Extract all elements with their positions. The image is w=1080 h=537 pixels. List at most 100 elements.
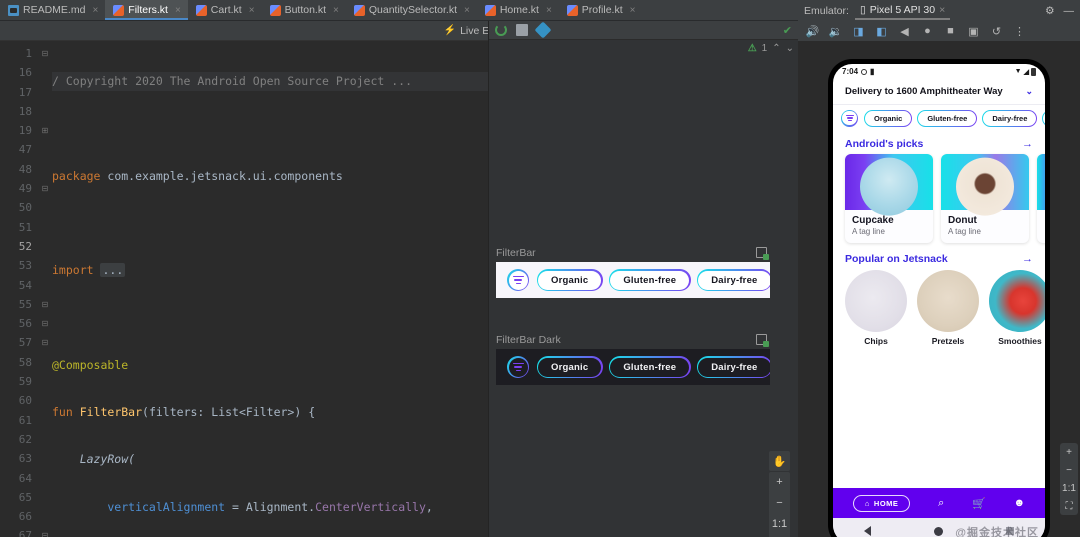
status-right: ▼ ◢: [1015, 67, 1036, 76]
fold-toggle-icon[interactable]: ⊞: [38, 121, 52, 140]
fold-toggle-icon[interactable]: ⊟: [38, 295, 52, 314]
tab-profile[interactable]: Profile.kt ×: [559, 0, 643, 20]
search-icon[interactable]: ⌕: [938, 497, 944, 510]
chip-label: Dairy-free: [711, 274, 758, 286]
card-image: [941, 154, 1029, 216]
zoom-out-button[interactable]: −: [1060, 461, 1078, 479]
tab-cart[interactable]: Cart.kt ×: [188, 0, 262, 20]
kotlin-file-icon: [113, 4, 125, 16]
volume-up-icon[interactable]: 🔊: [806, 25, 820, 38]
filter-list-icon[interactable]: [841, 109, 858, 127]
code-folding-gutter[interactable]: ⊟ ⊞ ⊟ ⊟ ⊟ ⊟ ⊟ ⊟: [38, 41, 52, 537]
overview-icon[interactable]: ■: [944, 25, 957, 38]
zoom-out-button[interactable]: −: [769, 493, 790, 513]
tab-home[interactable]: Home.kt ×: [477, 0, 559, 20]
tab-quantityselector[interactable]: QuantitySelector.kt ×: [346, 0, 477, 20]
watermark: @掘金技术社区: [955, 527, 1039, 537]
actual-size-button[interactable]: 1:1: [1060, 479, 1078, 497]
phone-filter-bar[interactable]: Organic Gluten-free Dairy-free: [833, 105, 1045, 131]
snack-card-partial[interactable]: [1037, 154, 1045, 243]
emulator-device-tab[interactable]: ▯ Pixel 5 API 30 ×: [854, 2, 951, 20]
cart-icon[interactable]: 🛒: [972, 497, 986, 510]
fit-screen-button[interactable]: ⛶: [1060, 497, 1078, 515]
close-icon[interactable]: ×: [546, 5, 552, 16]
close-icon[interactable]: ×: [630, 5, 636, 16]
back-icon[interactable]: ◀: [898, 25, 911, 38]
close-icon[interactable]: ×: [175, 5, 181, 16]
fold-toggle-icon[interactable]: ⊟: [38, 333, 52, 352]
tab-button[interactable]: Button.kt ×: [262, 0, 346, 20]
preview-canvas[interactable]: FilterBar Organic Gluten-free Dairy-free…: [489, 40, 798, 537]
fold-toggle-icon[interactable]: ⊟: [38, 526, 52, 537]
restore-icon[interactable]: ↺: [990, 25, 1003, 38]
close-icon[interactable]: ×: [249, 5, 255, 16]
line-number: 55: [18, 297, 32, 311]
popular-item-pretzels[interactable]: Pretzels: [917, 270, 979, 346]
home-icon[interactable]: ●: [921, 25, 934, 38]
layers-icon[interactable]: [534, 21, 552, 39]
minimize-icon[interactable]: —: [1064, 5, 1075, 17]
filter-chip-gluten-free[interactable]: Gluten-free: [917, 109, 978, 127]
device-label: Pixel 5 API 30: [869, 3, 936, 16]
rotate-right-icon[interactable]: ◧: [875, 25, 888, 38]
rotate-left-icon[interactable]: ◨: [852, 25, 865, 38]
arrow-right-icon[interactable]: →: [1022, 253, 1033, 265]
copy-preview-icon[interactable]: [756, 247, 769, 260]
close-icon[interactable]: ×: [464, 5, 470, 16]
tab-filters[interactable]: Filters.kt ×: [105, 0, 188, 20]
refresh-icon[interactable]: [495, 24, 507, 36]
kotlin-file-icon: [353, 4, 365, 16]
gear-icon[interactable]: ⚙: [1045, 5, 1054, 17]
filter-chip-partial[interactable]: [1042, 109, 1045, 127]
zoom-in-button[interactable]: +: [1060, 443, 1078, 461]
preview-label-filterbar: FilterBar: [496, 247, 536, 259]
zoom-in-button[interactable]: +: [769, 472, 790, 492]
copy-preview-icon[interactable]: [756, 334, 769, 347]
inspection-widget[interactable]: ⚠ 1 ⌃ ⌄: [748, 43, 794, 54]
more-icon[interactable]: ⋮: [1013, 25, 1026, 38]
nav-item-home[interactable]: ⌂ HOME: [852, 494, 911, 512]
line-number: 54: [18, 278, 32, 292]
next-problem-icon[interactable]: ⌄: [786, 43, 794, 54]
preview-filterbar-light[interactable]: Organic Gluten-free Dairy-free: [496, 262, 770, 298]
build-and-refresh-icon[interactable]: [516, 24, 528, 36]
close-icon[interactable]: ×: [333, 5, 339, 16]
fold-toggle-icon[interactable]: ⊟: [38, 179, 52, 198]
bottom-navigation-bar: ⌂ HOME ⌕ 🛒 ☻: [833, 488, 1045, 518]
phone-screen[interactable]: 7:04 ▮ ▼ ◢ Delivery to 1600 Amphitheater…: [833, 64, 1045, 537]
profile-icon[interactable]: ☻: [1014, 497, 1026, 509]
back-triangle-icon[interactable]: [864, 526, 872, 536]
fold-toggle-icon[interactable]: ⊟: [38, 314, 52, 333]
line-number: 58: [18, 355, 32, 369]
popular-item-smoothies[interactable]: Smoothies: [989, 270, 1045, 346]
home-circle-icon[interactable]: [933, 526, 943, 536]
actual-size-button[interactable]: 1:1: [769, 514, 790, 534]
filter-chip-organic[interactable]: Organic: [536, 356, 604, 378]
close-icon[interactable]: ×: [92, 5, 98, 16]
filter-chip-organic[interactable]: Organic: [536, 269, 604, 291]
snack-card-donut[interactable]: Donut A tag line: [941, 154, 1029, 243]
chevron-down-icon[interactable]: ⌄: [1025, 86, 1033, 97]
screenshot-icon[interactable]: ▣: [967, 25, 980, 38]
pan-tool-icon[interactable]: ✋: [769, 451, 790, 471]
filter-chip-dairy-free[interactable]: Dairy-free: [982, 109, 1038, 127]
card-image: [1037, 154, 1045, 210]
filter-chip-organic[interactable]: Organic: [863, 109, 913, 127]
snack-card-cupcake[interactable]: Cupcake A tag line: [845, 154, 933, 243]
popular-item-chips[interactable]: Chips: [845, 270, 907, 346]
filter-chip-dairy-free[interactable]: Dairy-free: [696, 269, 770, 291]
filter-chip-gluten-free[interactable]: Gluten-free: [608, 356, 691, 378]
tab-readme[interactable]: README.md ×: [0, 0, 105, 20]
close-icon[interactable]: ×: [939, 4, 945, 16]
status-check-icon: ✔: [782, 24, 792, 37]
prev-problem-icon[interactable]: ⌃: [772, 43, 780, 54]
filter-chip-gluten-free[interactable]: Gluten-free: [608, 269, 691, 291]
preview-filterbar-dark[interactable]: Organic Gluten-free Dairy-free: [496, 349, 770, 385]
volume-down-icon[interactable]: 🔉: [829, 25, 843, 38]
filter-chip-dairy-free[interactable]: Dairy-free: [696, 356, 770, 378]
filter-list-icon[interactable]: [507, 269, 529, 291]
fold-toggle-icon[interactable]: ⊟: [38, 44, 52, 63]
delivery-header[interactable]: Delivery to 1600 Amphitheater Way ⌄: [833, 79, 1045, 105]
arrow-right-icon[interactable]: →: [1022, 138, 1033, 150]
filter-list-icon[interactable]: [507, 356, 529, 378]
